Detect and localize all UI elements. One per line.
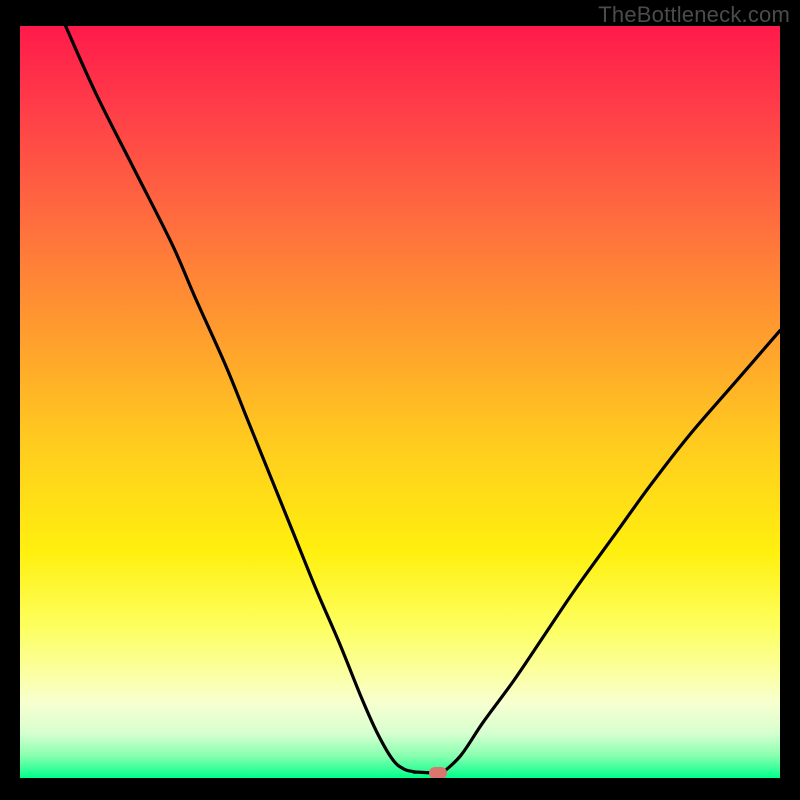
chart-frame: TheBottleneck.com [0,0,800,800]
curve-path [66,26,780,775]
plot-area [20,26,780,778]
minimum-marker [429,767,447,778]
bottleneck-curve [20,26,780,778]
watermark-text: TheBottleneck.com [598,2,790,28]
